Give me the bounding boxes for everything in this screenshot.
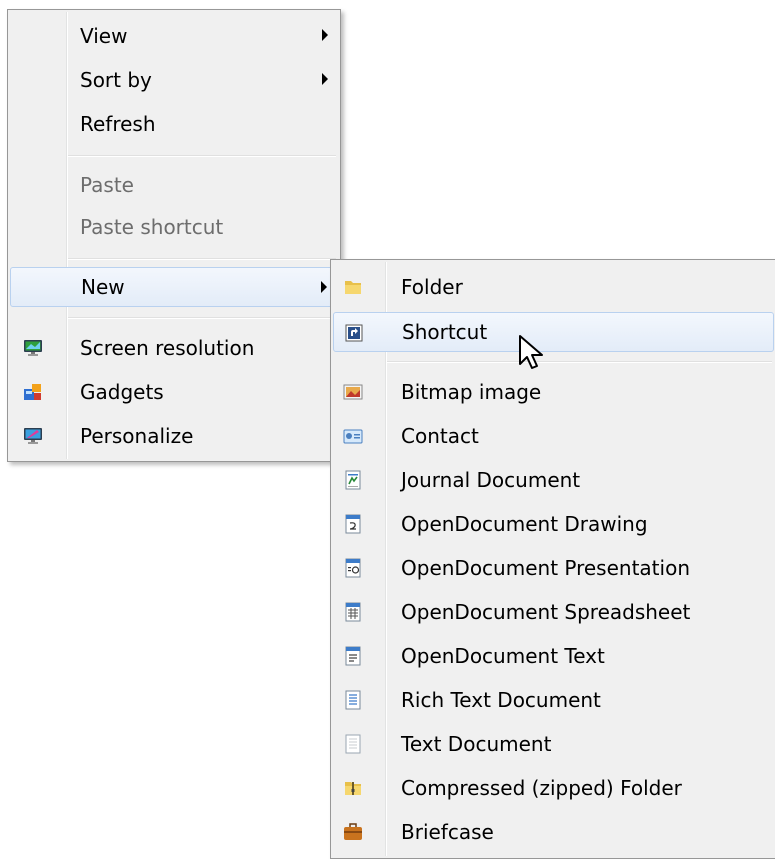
menu-separator <box>68 317 336 319</box>
menu-item-view[interactable]: View <box>10 16 338 56</box>
menu-item-paste-shortcut[interactable]: Paste shortcut <box>10 207 338 247</box>
menu-item-label: Briefcase <box>401 820 494 844</box>
menu-item-gadgets[interactable]: Gadgets <box>10 372 338 412</box>
new-submenu: Folder Shortcut Bitmap image Contact Jou… <box>330 259 775 859</box>
contact-icon <box>343 426 363 446</box>
menu-separator <box>387 361 772 363</box>
menu-item-label: Bitmap image <box>401 380 542 404</box>
submenu-item-briefcase[interactable]: Briefcase <box>333 812 774 852</box>
ods-icon <box>343 602 363 622</box>
txt-icon <box>343 734 363 754</box>
menu-item-label: OpenDocument Presentation <box>401 556 690 580</box>
rtf-icon <box>343 690 363 710</box>
menu-item-label: Shortcut <box>402 320 488 344</box>
menu-item-label: OpenDocument Text <box>401 644 605 668</box>
briefcase-icon <box>343 822 363 842</box>
submenu-item-folder[interactable]: Folder <box>333 267 774 307</box>
submenu-item-odg[interactable]: OpenDocument Drawing <box>333 504 774 544</box>
menu-item-label: Paste shortcut <box>80 215 224 239</box>
menu-item-label: Personalize <box>80 424 194 448</box>
menu-item-screen-resolution[interactable]: Screen resolution <box>10 328 338 368</box>
submenu-item-zip[interactable]: Compressed (zipped) Folder <box>333 768 774 808</box>
gadgets-icon <box>23 382 43 402</box>
submenu-item-odp[interactable]: OpenDocument Presentation <box>333 548 774 588</box>
menu-item-label: Refresh <box>80 112 156 136</box>
journal-icon <box>343 470 363 490</box>
desktop-context-menu: View Sort by Refresh Paste Paste shortcu… <box>7 9 341 462</box>
menu-item-label: New <box>81 275 125 299</box>
mouse-pointer-icon <box>518 334 548 374</box>
submenu-item-ods[interactable]: OpenDocument Spreadsheet <box>333 592 774 632</box>
submenu-item-contact[interactable]: Contact <box>333 416 774 456</box>
menu-item-label: Text Document <box>401 732 552 756</box>
menu-item-label: Paste <box>80 173 134 197</box>
menu-item-sort-by[interactable]: Sort by <box>10 60 338 100</box>
menu-item-label: Sort by <box>80 68 152 92</box>
menu-item-label: OpenDocument Drawing <box>401 512 648 536</box>
submenu-item-odt[interactable]: OpenDocument Text <box>333 636 774 676</box>
menu-item-label: Gadgets <box>80 380 164 404</box>
menu-item-label: Screen resolution <box>80 336 255 360</box>
menu-separator <box>68 155 336 157</box>
menu-separator <box>68 258 336 260</box>
odp-icon <box>343 558 363 578</box>
menu-item-new[interactable]: New <box>10 267 338 307</box>
menu-item-label: Compressed (zipped) Folder <box>401 776 682 800</box>
menu-item-label: View <box>80 24 128 48</box>
submenu-arrow-icon <box>321 281 327 293</box>
menu-item-refresh[interactable]: Refresh <box>10 104 338 144</box>
submenu-item-shortcut[interactable]: Shortcut <box>333 312 774 352</box>
submenu-item-txt[interactable]: Text Document <box>333 724 774 764</box>
menu-item-personalize[interactable]: Personalize <box>10 416 338 456</box>
menu-item-label: Contact <box>401 424 479 448</box>
menu-item-label: Rich Text Document <box>401 688 601 712</box>
monitor-icon <box>23 338 43 358</box>
submenu-item-journal[interactable]: Journal Document <box>333 460 774 500</box>
submenu-arrow-icon <box>322 29 328 41</box>
submenu-item-bitmap[interactable]: Bitmap image <box>333 372 774 412</box>
shortcut-icon <box>344 323 364 343</box>
personalize-icon <box>23 426 43 446</box>
menu-item-label: Folder <box>401 275 463 299</box>
submenu-item-rtf[interactable]: Rich Text Document <box>333 680 774 720</box>
menu-item-paste[interactable]: Paste <box>10 165 338 205</box>
folder-icon <box>343 277 363 297</box>
submenu-arrow-icon <box>322 73 328 85</box>
bitmap-icon <box>343 382 363 402</box>
odg-icon <box>343 514 363 534</box>
zip-folder-icon <box>343 778 363 798</box>
menu-item-label: Journal Document <box>401 468 581 492</box>
menu-item-label: OpenDocument Spreadsheet <box>401 600 691 624</box>
odt-icon <box>343 646 363 666</box>
